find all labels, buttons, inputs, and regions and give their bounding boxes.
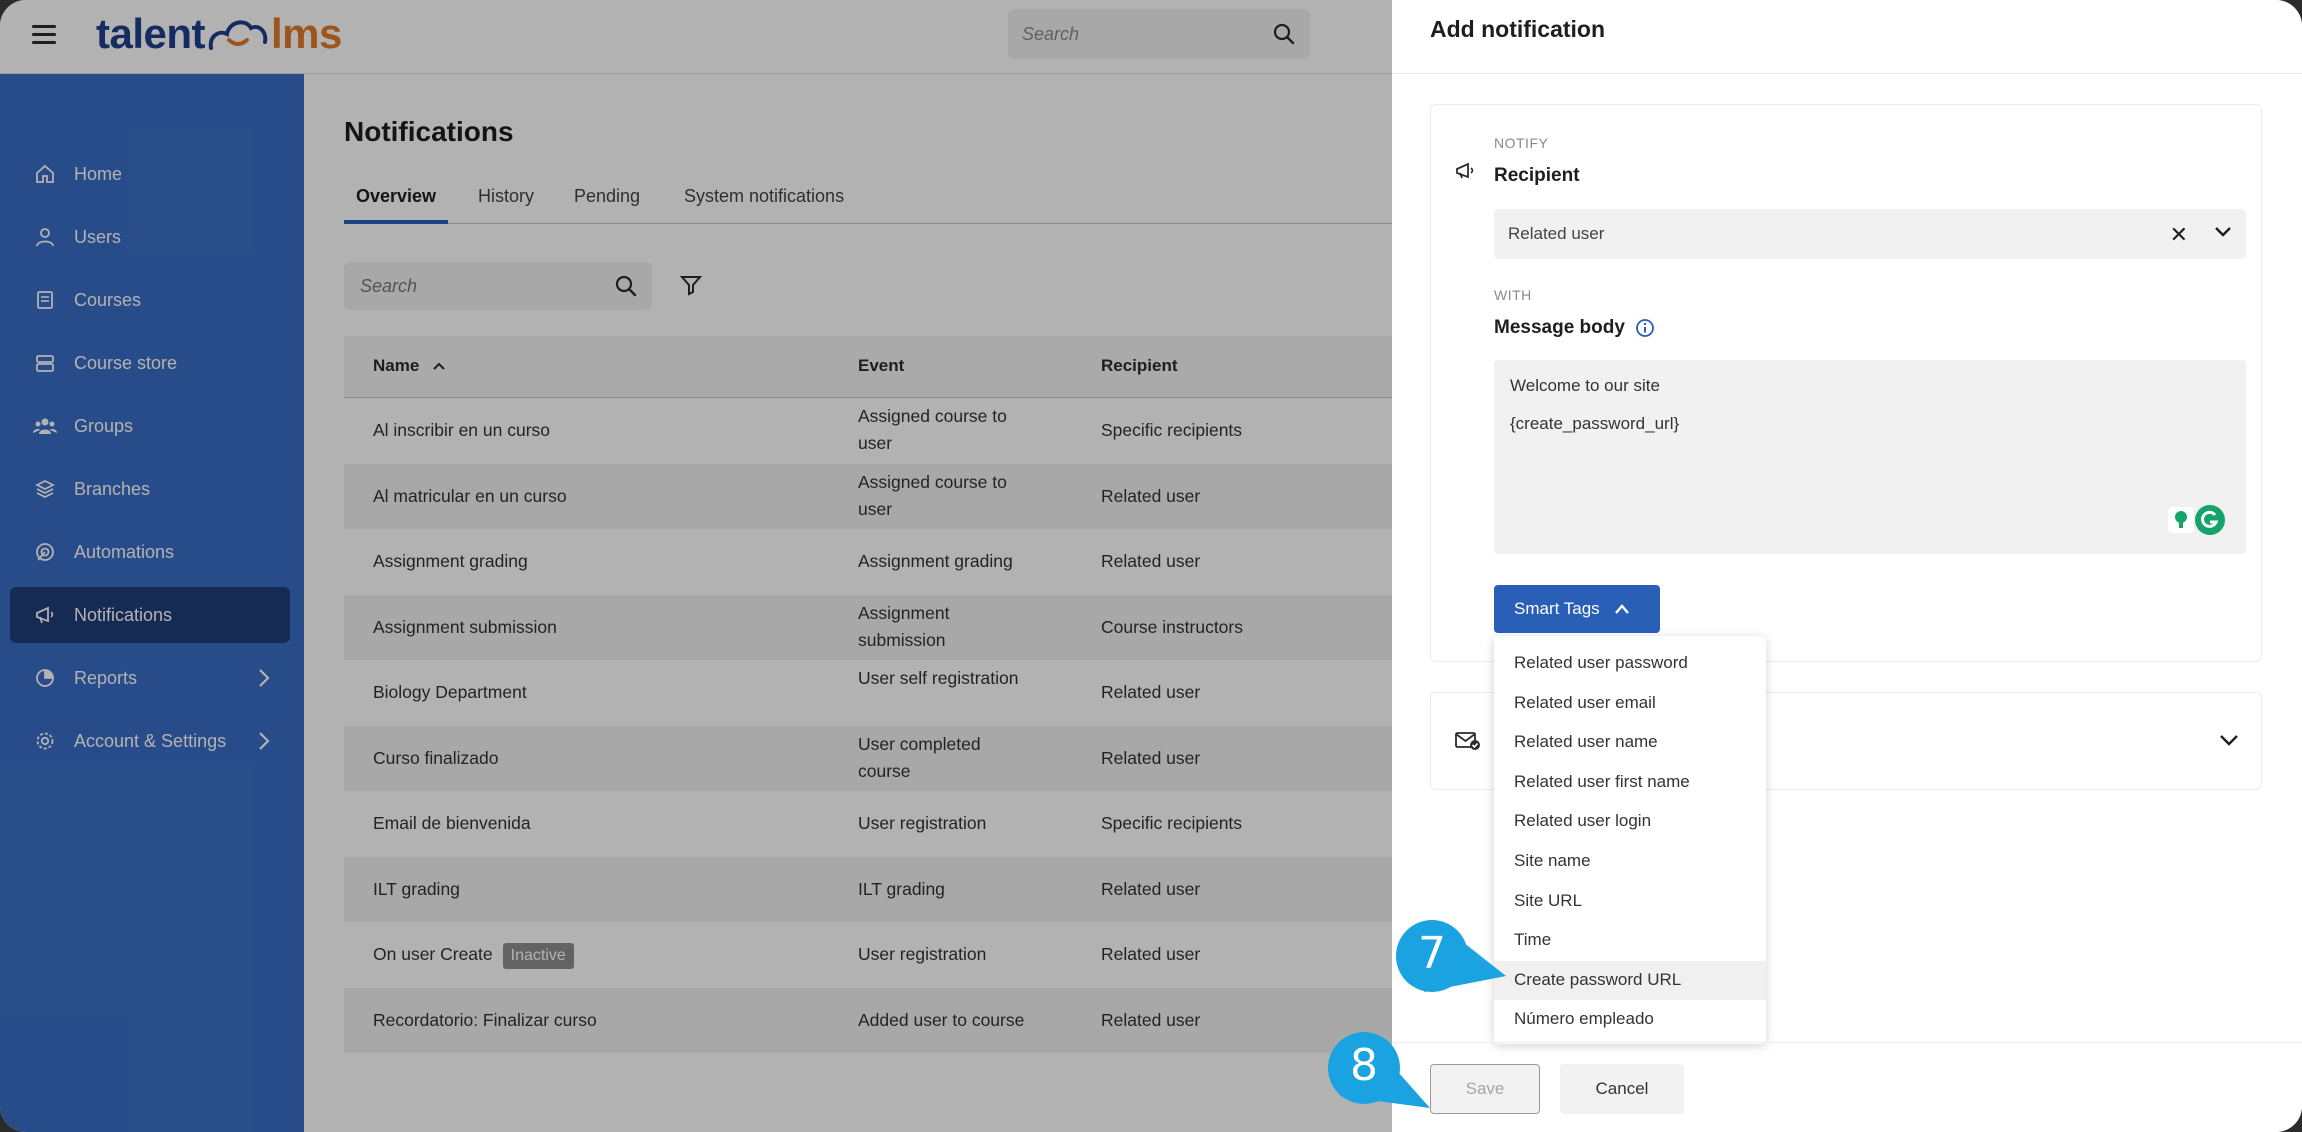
step-number: 7 xyxy=(1418,928,1446,979)
message-body-editor[interactable]: Welcome to our site {create_password_url… xyxy=(1494,360,2246,554)
chevron-down-icon[interactable] xyxy=(2214,225,2232,239)
with-section-label: WITH xyxy=(1494,287,1532,303)
smart-tag-option[interactable]: Número empleado xyxy=(1494,1000,1766,1039)
clear-icon[interactable]: ✕ xyxy=(2170,222,2188,248)
divider xyxy=(1392,73,2302,74)
smart-tags-dropdown: Related user password Related user email R… xyxy=(1494,636,1766,1044)
lightbulb-icon[interactable] xyxy=(2168,505,2194,535)
recipient-select-value: Related user xyxy=(1508,224,1605,243)
callout-pin-icon xyxy=(1328,1032,1430,1108)
message-line: {create_password_url} xyxy=(1510,414,1680,433)
step-callout-7: 7 xyxy=(1394,918,1514,1003)
chevron-down-icon[interactable] xyxy=(2219,733,2239,747)
callout-pin-icon xyxy=(1396,920,1506,992)
modal-backdrop[interactable] xyxy=(0,0,1392,1132)
notification-config-card: NOTIFY Recipient Related user ✕ WITH Mes… xyxy=(1430,104,2262,662)
grammarly-widget[interactable] xyxy=(2168,504,2226,536)
app-window: talent lms Search Home Users Courses Cou… xyxy=(0,0,2302,1132)
info-icon[interactable] xyxy=(1635,318,1655,338)
notify-section-label: NOTIFY xyxy=(1494,135,1549,151)
smart-tag-option[interactable]: Related user login xyxy=(1494,802,1766,841)
chevron-up-icon xyxy=(1614,604,1629,614)
step-callout-8: 8 xyxy=(1326,1030,1436,1117)
smart-tag-option[interactable]: Site URL xyxy=(1494,882,1766,921)
recipient-select[interactable]: Related user ✕ xyxy=(1494,209,2246,259)
recipient-label: Recipient xyxy=(1494,165,1580,186)
smart-tag-option[interactable]: Site name xyxy=(1494,842,1766,881)
megaphone-icon xyxy=(1456,162,1474,179)
smart-tag-option[interactable]: Related user password xyxy=(1494,644,1766,683)
panel-title: Add notification xyxy=(1430,16,1606,42)
envelope-check-icon xyxy=(1455,732,1480,750)
smart-tag-option[interactable]: Related user name xyxy=(1494,723,1766,762)
step-number: 8 xyxy=(1350,1040,1378,1091)
message-line: Welcome to our site xyxy=(1510,376,1660,395)
smart-tag-option[interactable]: Create password URL xyxy=(1494,960,1766,1000)
grammarly-icon[interactable] xyxy=(2194,504,2226,536)
divider xyxy=(1392,1042,2302,1043)
smart-tag-option[interactable]: Time xyxy=(1494,921,1766,960)
smart-tag-option[interactable]: Related user email xyxy=(1494,684,1766,723)
smart-tag-option[interactable]: Related user first name xyxy=(1494,763,1766,802)
message-body-label: Message body xyxy=(1494,317,1655,339)
cancel-button[interactable]: Cancel xyxy=(1560,1064,1684,1114)
smart-tags-button[interactable]: Smart Tags xyxy=(1494,585,1660,633)
save-button[interactable]: Save xyxy=(1430,1064,1540,1114)
